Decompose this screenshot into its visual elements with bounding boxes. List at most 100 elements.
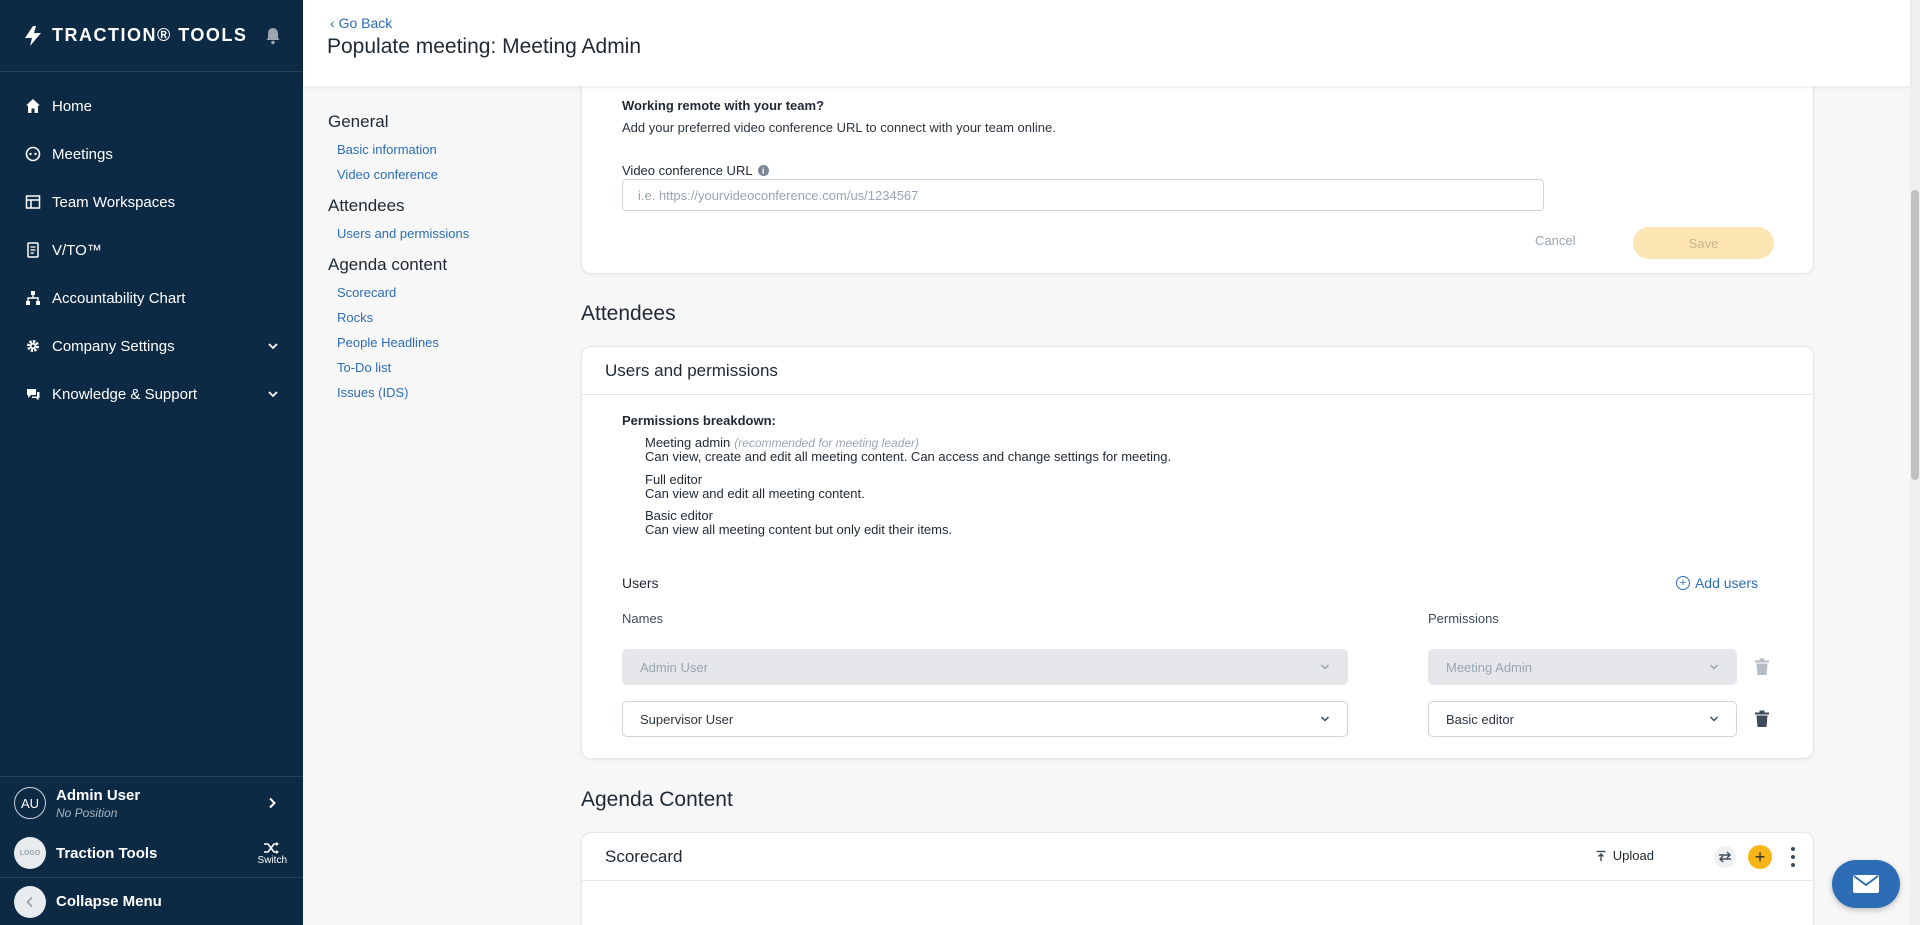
section-link-todo-list[interactable]: To-Do list	[337, 360, 558, 375]
chevron-down-icon	[268, 343, 278, 350]
scorecard-title: Scorecard	[605, 846, 683, 866]
mail-fab-button[interactable]	[1832, 860, 1900, 908]
trash-icon[interactable]	[1754, 710, 1770, 728]
perm-name: Full editor	[645, 472, 703, 487]
agenda-content-heading: Agenda Content	[581, 788, 733, 811]
video-conference-title: Working remote with your team?	[622, 98, 825, 113]
avatar: AU	[14, 787, 46, 819]
permission-select-value: Meeting Admin	[1446, 659, 1532, 675]
page-header: ‹ Go Back Populate meeting: Meeting Admi…	[303, 0, 1910, 86]
perm-full-editor: Full editor Can view and edit all meetin…	[645, 473, 865, 501]
save-button[interactable]: Save	[1633, 227, 1774, 259]
nav-knowledge-support[interactable]: Knowledge & Support	[0, 370, 303, 418]
names-column-header: Names	[622, 611, 664, 626]
video-conference-url-input[interactable]	[622, 179, 1544, 211]
add-scorecard-button[interactable]: +	[1748, 845, 1772, 869]
shuffle-icon	[264, 841, 280, 854]
nav-company-settings-label: Company Settings	[52, 337, 175, 355]
sidebar-bottom: AU Admin User No Position LOGO Traction …	[0, 776, 303, 925]
permission-select-admin: Meeting Admin	[1428, 649, 1737, 685]
upload-button[interactable]: Upload	[1595, 848, 1654, 863]
main-nav: Home Meetings Team Workspaces V/TO™ Acco…	[0, 72, 303, 418]
perm-desc: Can view all meeting content but only ed…	[645, 522, 953, 537]
go-back-link[interactable]: ‹ Go Back	[330, 15, 392, 31]
chevron-left-icon: ‹	[330, 15, 339, 31]
user-meta: Admin User No Position	[56, 787, 140, 820]
more-options-button[interactable]	[1790, 847, 1796, 867]
chevron-down-icon	[1709, 664, 1719, 670]
section-nav-agenda: Agenda content	[328, 255, 448, 274]
support-icon	[24, 385, 42, 403]
chevron-down-icon	[268, 391, 278, 398]
users-permissions-title: Users and permissions	[582, 347, 1813, 395]
go-back-label: Go Back	[338, 15, 393, 31]
workspace-icon	[24, 193, 42, 211]
cancel-button[interactable]: Cancel	[1535, 233, 1575, 248]
permissions-column-header: Permissions	[1428, 611, 1499, 626]
nav-home-label: Home	[52, 97, 93, 115]
nav-accountability-chart[interactable]: Accountability Chart	[0, 274, 303, 322]
nav-vto-label: V/TO™	[52, 241, 102, 259]
section-link-issues[interactable]: Issues (IDS)	[337, 385, 558, 400]
section-link-basic-information[interactable]: Basic information	[337, 142, 558, 157]
org-row: LOGO Traction Tools Switch	[0, 829, 303, 877]
home-icon	[24, 97, 42, 115]
brand-bar: TRACTION® TOOLS	[0, 0, 303, 72]
sidebar: TRACTION® TOOLS Home Meetings Team Works…	[0, 0, 303, 925]
nav-team-workspaces[interactable]: Team Workspaces	[0, 178, 303, 226]
permission-select-supervisor[interactable]: Basic editor	[1428, 701, 1737, 737]
nav-meetings[interactable]: Meetings	[0, 130, 303, 178]
perm-basic-editor: Basic editor Can view all meeting conten…	[645, 509, 952, 537]
user-select-supervisor[interactable]: Supervisor User	[622, 701, 1348, 737]
chevron-left-icon	[14, 885, 46, 918]
collapse-menu-button[interactable]: Collapse Menu	[0, 877, 303, 925]
collapse-menu-label: Collapse Menu	[56, 893, 162, 910]
video-conference-url-label: Video conference URL i	[622, 163, 769, 178]
nav-accountability-label: Accountability Chart	[52, 289, 186, 307]
user-profile-row[interactable]: AU Admin User No Position	[0, 777, 303, 829]
org-logo: LOGO	[14, 837, 46, 869]
perm-name: Basic editor	[645, 508, 713, 523]
nav-vto[interactable]: V/TO™	[0, 226, 303, 274]
traction-logo-icon	[25, 25, 41, 46]
trash-icon	[1755, 658, 1769, 675]
swap-button[interactable]	[1714, 846, 1736, 868]
scorecard-header: Scorecard Upload +	[582, 833, 1813, 881]
video-conference-description: Add your preferred video conference URL …	[622, 120, 1056, 135]
switch-org-button[interactable]: Switch	[258, 841, 287, 866]
plus-circle-icon: +	[1675, 576, 1690, 590]
section-link-video-conference[interactable]: Video conference	[337, 167, 558, 182]
info-icon[interactable]: i	[757, 165, 769, 176]
org-chart-icon	[24, 289, 42, 307]
upload-icon	[1596, 850, 1606, 861]
user-position: No Position	[56, 805, 118, 820]
nav-meetings-label: Meetings	[52, 145, 113, 163]
page-scrollbar[interactable]	[1910, 0, 1920, 925]
scorecard-card: Scorecard Upload +	[581, 832, 1814, 925]
scrollbar-thumb[interactable]	[1911, 190, 1919, 480]
section-link-rocks[interactable]: Rocks	[337, 310, 558, 325]
user-select-value: Admin User	[640, 659, 708, 675]
perm-name: Meeting admin	[645, 435, 731, 450]
document-icon	[24, 241, 42, 259]
brand-name: TRACTION® TOOLS	[52, 25, 248, 45]
perm-note: (recommended for meeting leader)	[734, 436, 920, 450]
perm-meeting-admin: Meeting admin (recommended for meeting le…	[645, 436, 1171, 464]
chevron-down-icon	[1320, 664, 1330, 670]
chevron-down-icon	[1320, 716, 1330, 722]
video-conference-url-label-text: Video conference URL	[622, 163, 753, 178]
mail-icon	[1853, 875, 1879, 893]
nav-company-settings[interactable]: Company Settings	[0, 322, 303, 370]
section-link-users-permissions[interactable]: Users and permissions	[337, 226, 558, 241]
permission-select-value: Basic editor	[1446, 711, 1514, 727]
page-title: Populate meeting: Meeting Admin	[327, 35, 642, 58]
section-link-scorecard[interactable]: Scorecard	[337, 285, 558, 300]
section-link-people-headlines[interactable]: People Headlines	[337, 335, 558, 350]
add-users-button[interactable]: + Add users	[1675, 575, 1758, 591]
nav-home[interactable]: Home	[0, 82, 303, 130]
attendees-heading: Attendees	[581, 302, 676, 325]
users-label: Users	[622, 575, 659, 591]
bell-icon[interactable]	[265, 27, 281, 45]
plus-icon: +	[1754, 847, 1766, 867]
chevron-right-icon	[269, 797, 276, 809]
